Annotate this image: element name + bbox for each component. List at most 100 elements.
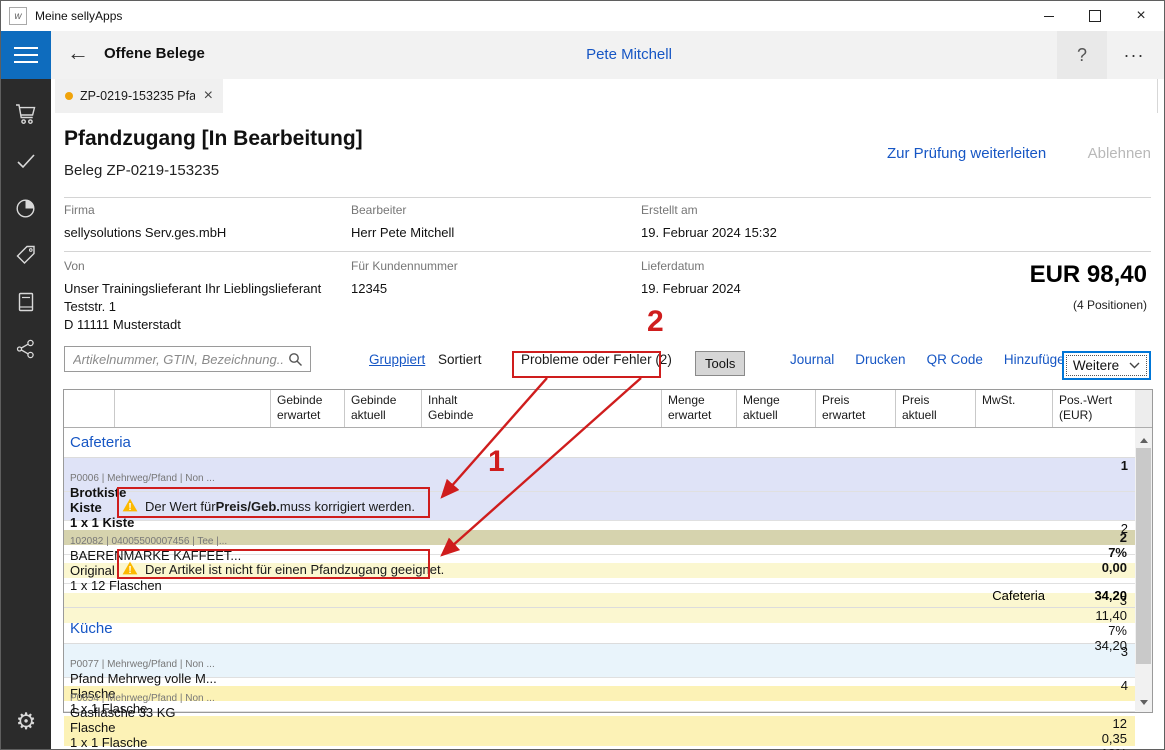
position-count: (4 Positionen) [1030,298,1147,312]
scrollbar-header-spacer [1135,390,1152,428]
document-total: EUR 98,40 (4 Positionen) [1030,261,1147,312]
field-label: Firma [64,203,226,217]
field-value: Herr Pete Mitchell [351,224,454,242]
hamburger-menu-button[interactable] [1,31,51,79]
svg-text:!: ! [128,565,131,575]
problems-errors-button[interactable]: Probleme oder Fehler (2) [521,352,672,367]
tools-button[interactable]: Tools [695,351,745,376]
tab-bar: ZP-0219-153235 Pfa... × [51,79,1164,113]
group-header-cafeteria[interactable]: Cafeteria [64,428,1135,458]
sidebar: ⚙ [1,31,51,749]
position-number: 1 [64,458,1135,473]
info-field-bearbeiter: Bearbeiter Herr Pete Mitchell [351,203,454,242]
column-header[interactable] [64,390,115,427]
table-row[interactable]: 4P0054 | Mehrweg/Pfand | Non ...Gasflasc… [64,678,1135,712]
settings-button[interactable]: ⚙ [1,701,51,741]
warning-text: Der Artikel ist nicht für einen Pfandzug… [145,562,444,577]
position-number: 2 [64,521,1135,536]
warning-text: Der Wert für [145,499,216,514]
search-icon[interactable] [288,352,303,367]
table-row[interactable]: 3P0077 | Mehrweg/Pfand | Non ...Pfand Me… [64,644,1135,678]
row-warning-message: !Der Wert für Preis/Geb. muss korrigiert… [64,492,1135,521]
window-title: Meine sellyApps [35,9,122,23]
weitere-dropdown-button[interactable]: Weitere [1062,351,1151,380]
app-logo-icon: w [9,7,27,25]
field-label: Von [64,259,321,273]
column-header[interactable]: InhaltGebinde [422,390,662,427]
column-header[interactable]: Mengeaktuell [737,390,816,427]
drucken-link[interactable]: Drucken [855,352,905,367]
info-field-erstellt-am: Erstellt am19. Februar 2024 15:32 [641,203,777,242]
warning-text: muss korrigiert werden. [280,499,415,514]
sidebar-item-share[interactable] [1,328,51,375]
minimize-icon [1044,16,1054,17]
group-header-küche[interactable]: Küche [64,614,1135,644]
scroll-down-arrow[interactable] [1135,694,1152,710]
unsaved-dot-icon [65,92,73,100]
maximize-button[interactable] [1072,1,1118,31]
warning-text-bold: Preis/Geb. [216,499,280,514]
maximize-icon [1089,10,1101,22]
column-header[interactable] [115,390,271,427]
sidebar-item-cart[interactable] [1,93,51,140]
divider [64,197,1151,198]
total-amount: EUR 98,40 [1030,261,1147,289]
tab-document[interactable]: ZP-0219-153235 Pfa... × [55,79,223,113]
reject-button[interactable]: Ablehnen [1088,145,1151,162]
column-header[interactable]: MwSt. [976,390,1053,427]
table-row[interactable]: 2102082 | 04005500007456 | Tee |...BAERE… [64,521,1135,555]
field-value: sellysolutions Serv.ges.mbH [64,224,226,242]
warning-icon: ! [122,561,145,578]
user-name-link[interactable]: Pete Mitchell [586,46,672,63]
journal-link[interactable]: Journal [790,352,834,367]
table-row[interactable]: 1P0006 | Mehrweg/Pfand | Non ...Brotkist… [64,458,1135,492]
document-number: Beleg ZP-0219-153235 [64,162,219,179]
field-label: Bearbeiter [351,203,454,217]
scroll-up-arrow[interactable] [1135,432,1152,448]
column-header[interactable]: Gebindeerwartet [271,390,345,427]
subtotal-value: 34,20 [1053,588,1135,603]
back-button[interactable]: ← [67,40,89,66]
more-menu-button[interactable]: ··· [1114,37,1154,73]
gebinde-aktuell-cell[interactable]: Flasche [64,720,1135,735]
document-title: Pfandzugang [In Bearbeitung] [64,127,363,151]
field-value: 19. Februar 2024 [641,280,741,298]
search-box [64,346,311,372]
document-actions: Zur Prüfung weiterleiten Ablehnen [887,145,1151,162]
table-scrollbar[interactable] [1135,390,1152,712]
article-name: Gasflasche 33 KG [70,705,176,720]
sidebar-item-tag[interactable] [1,234,51,281]
window-controls: × [1026,1,1164,31]
column-header[interactable]: Pos.-Wert(EUR) [1053,390,1135,427]
article-meta: P0006 | Mehrweg/Pfand | Non ... [70,473,215,485]
close-button[interactable]: × [1118,1,1164,31]
chevron-down-icon [1129,362,1140,369]
help-button[interactable]: ? [1057,31,1107,79]
scrollbar-thumb[interactable] [1136,448,1151,664]
minimize-button[interactable] [1026,1,1072,31]
column-header[interactable]: Preisaktuell [896,390,976,427]
column-header[interactable]: Gebindeaktuell [345,390,422,427]
search-input[interactable] [65,352,288,367]
forward-for-review-button[interactable]: Zur Prüfung weiterleiten [887,145,1046,162]
table-grid: GebindeerwartetGebindeaktuellInhaltGebin… [64,390,1135,712]
sorted-toggle[interactable]: Sortiert [438,352,482,367]
subtotal-label: Cafeteria [976,588,1053,603]
cart-icon [14,103,38,130]
sidebar-item-book[interactable] [1,281,51,328]
column-header[interactable]: Preiserwartet [816,390,896,427]
book-icon [15,291,37,318]
field-label: Für Kundennummer [351,259,458,273]
position-number: 3 [64,644,1135,659]
sidebar-item-check[interactable] [1,140,51,187]
tab-close-icon[interactable]: × [204,88,213,104]
column-header[interactable]: Mengeerwartet [662,390,737,427]
qr-code-link[interactable]: QR Code [927,352,983,367]
grouped-toggle[interactable]: Gruppiert [369,352,425,367]
topbar: ← Offene Belege Pete Mitchell ? ··· [51,31,1164,79]
position-number: 4 [64,678,1135,693]
info-field-lieferdatum: Lieferdatum19. Februar 2024 [641,259,741,298]
sidebar-item-pie-chart[interactable] [1,187,51,234]
field-value: Unser Trainingslieferant Ihr Lieblingsli… [64,280,321,334]
close-icon: × [1136,8,1145,24]
